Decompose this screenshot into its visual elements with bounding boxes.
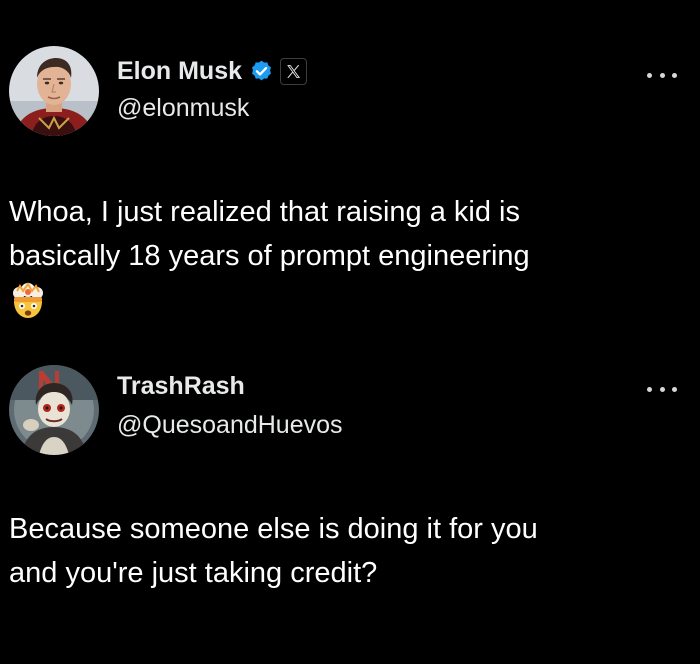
more-dot xyxy=(672,72,677,78)
avatar[interactable] xyxy=(9,46,99,136)
tweet-post-1[interactable]: Elon Musk @elonmusk Whoa, I just realize… xyxy=(0,0,700,345)
more-dot xyxy=(647,386,652,392)
author-handle[interactable]: @elonmusk xyxy=(117,94,249,123)
tweet-text-line: basically 18 years of prompt engineering xyxy=(9,240,530,272)
author-display-name[interactable]: Elon Musk xyxy=(117,57,242,86)
x-logo-icon[interactable] xyxy=(280,57,308,85)
tweet-text: Whoa, I just realized that raising a kid… xyxy=(9,190,689,278)
avatar-image xyxy=(9,46,99,136)
avatar-image xyxy=(9,365,99,455)
more-dot xyxy=(659,386,665,392)
more-dot xyxy=(672,386,677,392)
more-dot xyxy=(659,72,665,78)
exploding-head-icon xyxy=(9,282,47,320)
more-horizontal-icon[interactable] xyxy=(647,383,677,395)
author-row: Elon Musk xyxy=(117,54,308,88)
avatar[interactable] xyxy=(9,365,99,455)
verified-badge-icon xyxy=(249,59,274,84)
tweet-text-line: Whoa, I just realized that raising a kid… xyxy=(9,196,520,228)
tweet-text-line: Because someone else is doing it for you xyxy=(9,513,538,545)
more-horizontal-icon[interactable] xyxy=(647,69,677,81)
more-dot xyxy=(647,72,652,78)
tweet-text-line: and you're just taking credit? xyxy=(9,557,378,589)
author-handle[interactable]: @QuesoandHuevos xyxy=(117,411,343,440)
author-display-name[interactable]: TrashRash xyxy=(117,372,245,401)
tweet-text: Because someone else is doing it for you… xyxy=(9,507,689,595)
author-row: TrashRash xyxy=(117,369,245,403)
tweet-post-2[interactable]: TrashRash @QuesoandHuevos Because someon… xyxy=(0,345,700,664)
